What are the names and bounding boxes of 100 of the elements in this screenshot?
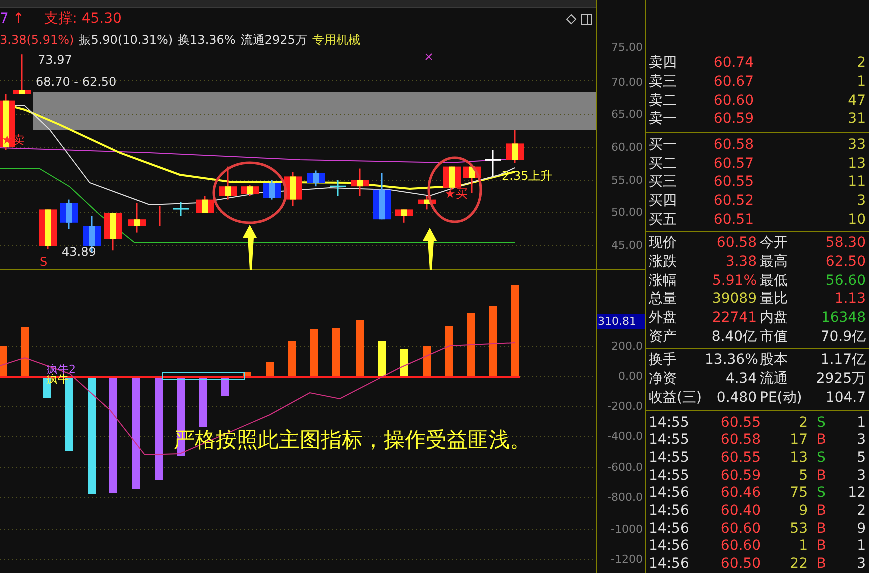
trade-volume: 2 xyxy=(798,416,808,430)
ask-price: 60.59 xyxy=(712,112,754,126)
ask-volume: 1 xyxy=(856,75,866,89)
trade-count: 9 xyxy=(856,522,866,536)
price-axis-label: 60.00 xyxy=(612,142,643,153)
trade-volume: 13 xyxy=(789,451,808,465)
quote-summary-text: 3.38(5.91%) xyxy=(0,34,74,46)
price-axis-label: 50.00 xyxy=(612,207,643,218)
quote-label: 市值 xyxy=(760,330,789,344)
trade-side: B xyxy=(816,433,828,448)
trade-volume: 5 xyxy=(798,468,808,483)
quote-value: 3.38 xyxy=(724,254,757,269)
price-axis-label: 70.00 xyxy=(612,77,643,88)
stat-value: 104.7 xyxy=(824,390,866,404)
chart-annotation: 73.97 xyxy=(38,54,72,66)
quote-label: 现价 xyxy=(649,236,678,250)
quote-value: 22741 xyxy=(711,310,757,325)
ask-volume: 2 xyxy=(856,56,866,70)
quote-value: 5.91% xyxy=(712,274,757,288)
indicator-axis-label: -800.0 xyxy=(608,492,643,503)
ask-price: 60.60 xyxy=(712,94,754,108)
stat-label: 流通 xyxy=(760,372,789,386)
trade-time: 14:55 xyxy=(649,468,690,483)
chart-annotation: ★买 xyxy=(445,188,468,200)
quote-value: 16348 xyxy=(820,310,866,325)
bid-volume: 33 xyxy=(847,138,866,152)
trade-side: S xyxy=(816,451,827,465)
price-axis-label: 75.00 xyxy=(612,42,643,53)
trade-volume: 17 xyxy=(789,433,808,448)
indicator-axis-label: 200.0 xyxy=(612,341,643,352)
stat-value: 2925万 xyxy=(815,372,866,386)
stat-label: 净资 xyxy=(649,372,678,386)
trade-price: 60.60 xyxy=(720,539,761,554)
trade-side: B xyxy=(816,468,828,483)
trade-count: 1 xyxy=(856,539,866,554)
bid-volume: 13 xyxy=(847,156,866,171)
quote-label: 总量 xyxy=(649,292,678,306)
trade-count: 3 xyxy=(856,468,866,483)
trade-count: 12 xyxy=(847,486,866,500)
bid-price: 60.52 xyxy=(712,194,754,208)
trade-volume: 22 xyxy=(789,557,808,572)
stat-label: 股本 xyxy=(760,353,789,368)
ask-price: 60.67 xyxy=(712,75,754,89)
ask-label: 卖三 xyxy=(649,75,678,89)
stat-value: 0.480 xyxy=(716,390,757,404)
quote-label: 最高 xyxy=(760,254,789,269)
trade-price: 60.58 xyxy=(720,433,761,448)
quote-value: 1.13 xyxy=(834,292,866,306)
ask-label: 卖二 xyxy=(649,94,678,108)
trade-side: B xyxy=(816,522,828,536)
quote-label: 内盘 xyxy=(760,310,789,325)
trade-volume: 53 xyxy=(789,522,808,536)
quote-summary-text: 流通2925万 xyxy=(240,34,308,46)
ask-volume: 47 xyxy=(847,94,866,108)
trade-time: 14:55 xyxy=(649,416,690,430)
indicator-axis-label: -400.0 xyxy=(608,431,643,442)
stat-value: 1.17亿 xyxy=(820,353,866,368)
chart-annotation: S xyxy=(40,256,48,268)
price-axis-label: 65.00 xyxy=(612,109,643,120)
bid-label: 买五 xyxy=(649,212,678,227)
bid-volume: 3 xyxy=(856,194,866,208)
trade-time: 14:55 xyxy=(649,451,690,465)
indicator-axis-label: -1000 xyxy=(611,524,643,535)
trade-time: 14:56 xyxy=(649,486,690,500)
trade-time: 14:55 xyxy=(649,433,690,448)
trade-count: 3 xyxy=(856,557,866,572)
bid-label: 买一 xyxy=(649,138,678,152)
indicator-axis-label: -600.0 xyxy=(608,462,643,473)
bid-label: 买三 xyxy=(649,175,678,190)
bid-label: 买四 xyxy=(649,194,678,208)
trade-time: 14:56 xyxy=(649,504,690,518)
quote-value: 70.9亿 xyxy=(820,330,866,344)
quote-summary-text: 专用机械 xyxy=(312,34,360,46)
current-value-badge: 310.81 xyxy=(597,314,645,329)
bid-price: 60.55 xyxy=(712,175,754,190)
quote-label: 外盘 xyxy=(649,310,678,325)
trade-price: 60.60 xyxy=(720,522,761,536)
quote-value: 56.60 xyxy=(824,274,866,288)
bid-price: 60.51 xyxy=(712,212,754,227)
trade-price: 60.50 xyxy=(720,557,761,572)
stat-value: 4.34 xyxy=(724,372,757,386)
quote-label: 最低 xyxy=(760,274,789,288)
quote-label: 今开 xyxy=(760,236,789,250)
ask-volume: 31 xyxy=(847,112,866,126)
trade-price: 60.40 xyxy=(720,504,761,518)
ask-label: 卖一 xyxy=(649,112,678,126)
trade-volume: 1 xyxy=(798,539,808,554)
quote-value: 60.58 xyxy=(716,236,757,250)
quote-label: 涨跌 xyxy=(649,254,678,269)
indicator-axis-label: -1200 xyxy=(611,554,643,565)
indicator-axis-label: 0.00 xyxy=(618,371,643,382)
quote-summary-text: 换13.36% xyxy=(178,34,236,46)
trade-time: 14:56 xyxy=(649,539,690,554)
bid-price: 60.57 xyxy=(712,156,754,171)
bid-price: 60.58 xyxy=(712,138,754,152)
trade-side: B xyxy=(816,504,828,518)
chart-annotation: 43.89 xyxy=(62,246,96,258)
trade-time: 14:56 xyxy=(649,522,690,536)
trade-price: 60.46 xyxy=(720,486,761,500)
trade-count: 3 xyxy=(856,433,866,448)
